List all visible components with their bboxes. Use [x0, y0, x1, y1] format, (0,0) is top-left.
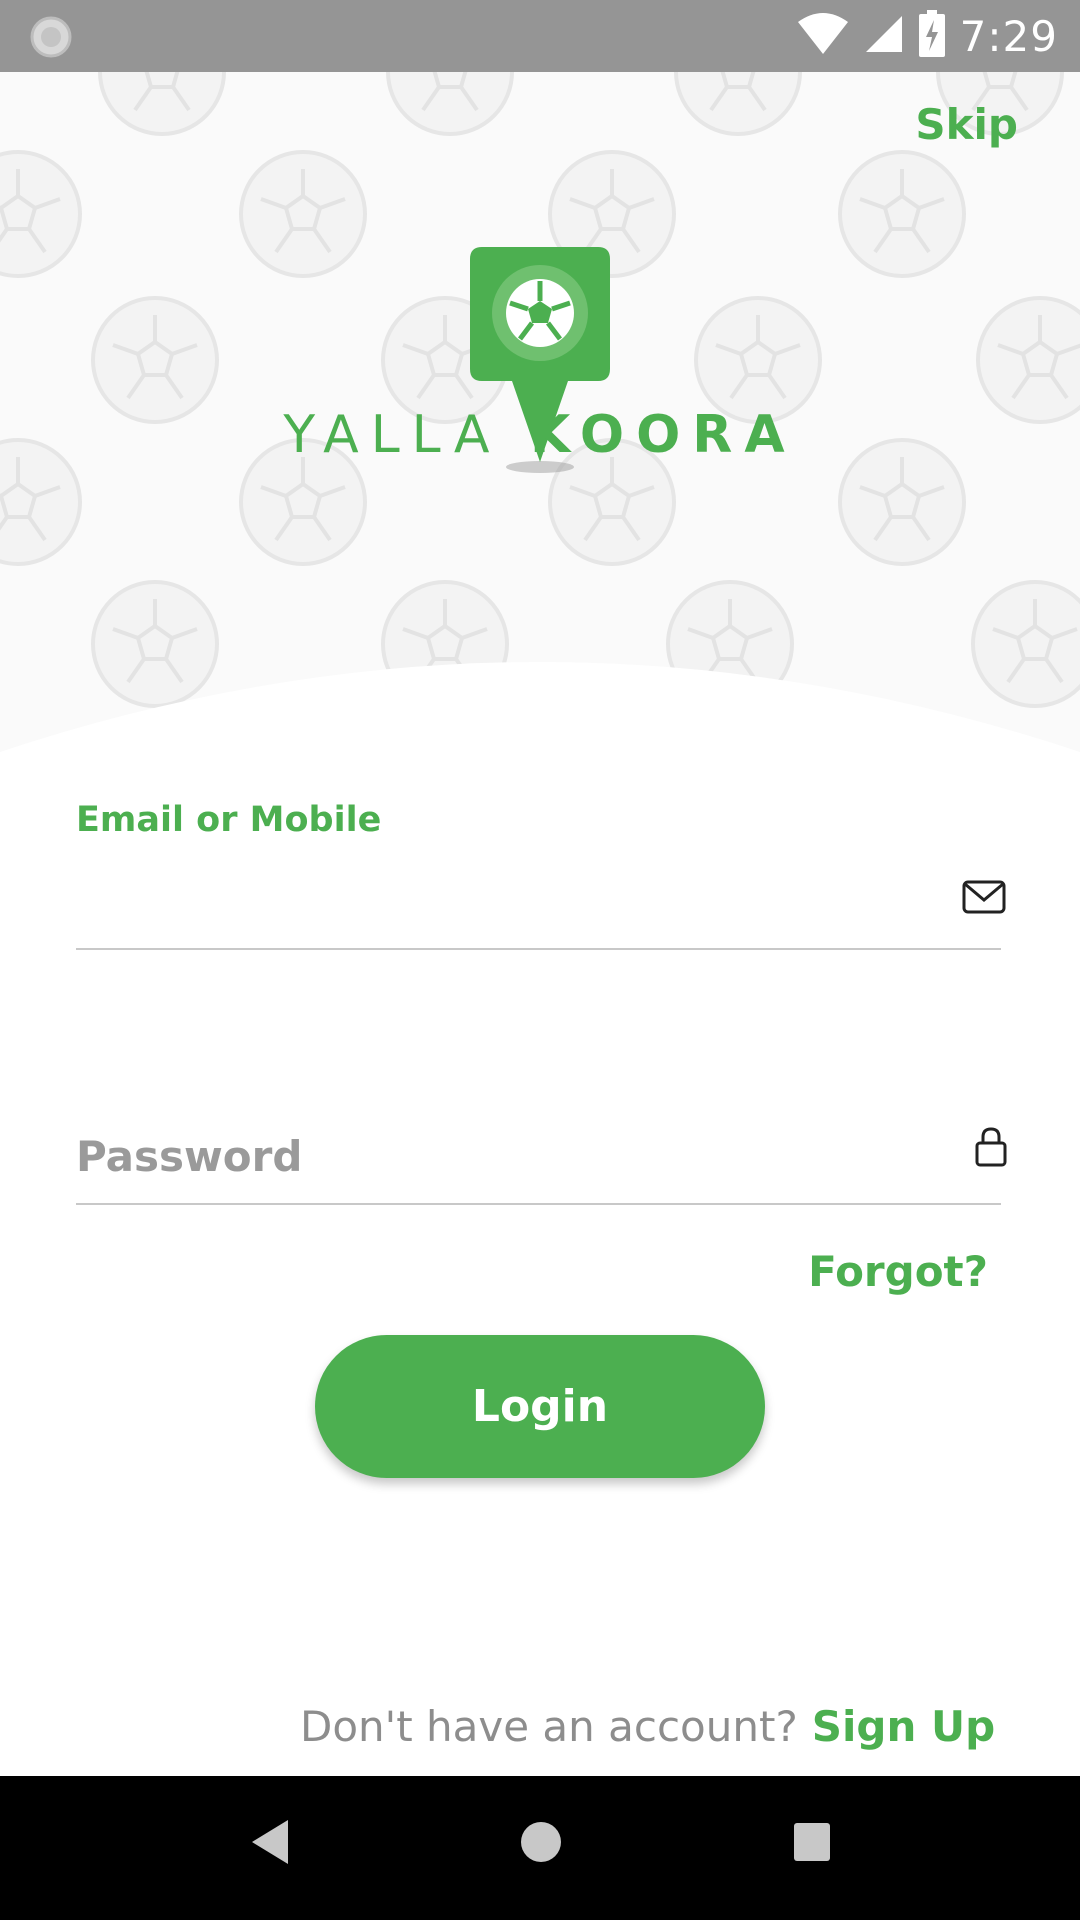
status-time: 7:29 [959, 11, 1058, 61]
signup-row: Don't have an account? Sign Up [300, 1702, 995, 1751]
sync-icon [28, 14, 74, 64]
signup-prompt: Don't have an account? [300, 1702, 798, 1751]
skip-button[interactable]: Skip [915, 100, 1018, 149]
brand-part2: KOORA [529, 405, 797, 465]
battery-charging-icon [918, 10, 946, 62]
forgot-password-link[interactable]: Forgot? [808, 1247, 988, 1296]
mail-icon [962, 880, 1006, 918]
back-icon[interactable] [248, 1816, 292, 1872]
lock-icon [975, 1127, 1007, 1171]
password-field[interactable] [76, 1110, 1001, 1205]
brand-part1: YALLA [283, 405, 502, 465]
email-field[interactable] [76, 850, 1001, 950]
email-label: Email or Mobile [76, 800, 382, 840]
brand-wordmark: YALLA KOORA [0, 405, 1080, 465]
home-icon[interactable] [519, 1816, 563, 1872]
status-bar: 7:29 [0, 0, 1080, 72]
navigation-bar [0, 1776, 1080, 1920]
recents-icon[interactable] [790, 1816, 834, 1872]
status-icons: 7:29 [796, 0, 1058, 72]
signup-link[interactable]: Sign Up [812, 1702, 995, 1751]
signal-icon [864, 14, 904, 58]
login-button[interactable]: Login [315, 1335, 765, 1478]
wifi-icon [796, 12, 850, 60]
